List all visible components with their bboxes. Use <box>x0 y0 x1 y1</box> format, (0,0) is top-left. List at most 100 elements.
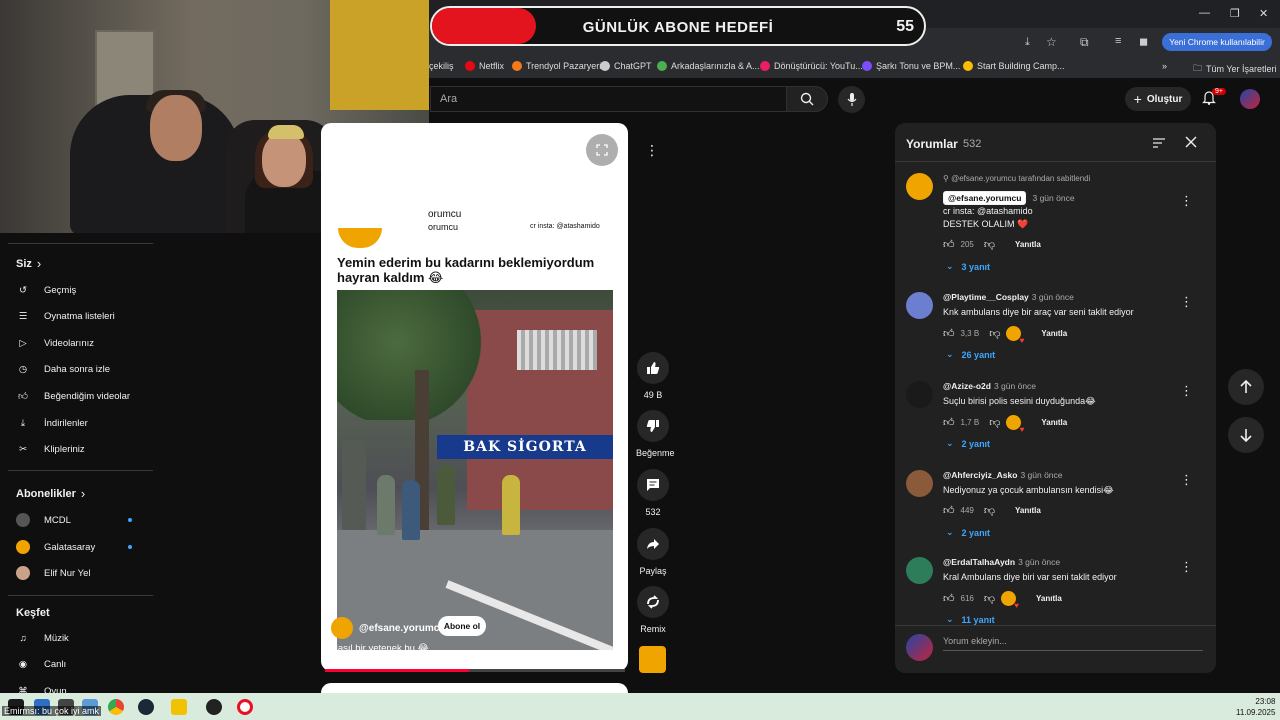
sidebar-item[interactable]: ⤓ İndirilenler <box>16 416 88 430</box>
comments-button[interactable] <box>637 469 669 501</box>
commenter-avatar[interactable] <box>906 557 933 584</box>
reply-button[interactable]: Yanıtla <box>1036 594 1062 603</box>
comment-like-icon[interactable]: 👍︎ <box>943 416 955 429</box>
bookmark-item[interactable]: Start Building Camp... <box>963 61 1065 71</box>
close-comments-button[interactable] <box>1183 134 1199 155</box>
comment-more-icon[interactable]: ⋮ <box>1180 472 1193 488</box>
reply-button[interactable]: Yanıtla <box>1015 506 1041 515</box>
author-handle[interactable]: @efsane.yorumcu <box>943 191 1027 205</box>
extensions-icon[interactable]: ⧉ <box>1080 35 1089 50</box>
comment-author[interactable]: @Azize-o2d 3 gün önce <box>943 381 1036 391</box>
short-progress-bar[interactable] <box>325 669 625 672</box>
steam-taskbar-icon[interactable] <box>138 699 154 715</box>
view-replies-button[interactable]: ⌄ 26 yanıt <box>946 349 995 360</box>
view-replies-button[interactable]: ⌄ 3 yanıt <box>946 261 990 272</box>
author-handle[interactable]: @Ahferciyiz_Asko <box>943 470 1017 480</box>
channel-avatar[interactable] <box>331 617 353 639</box>
comment-author[interactable]: @Ahferciyiz_Asko 3 gün önce <box>943 470 1063 480</box>
view-replies-button[interactable]: ⌄ 11 yanıt <box>946 614 995 625</box>
next-short-button[interactable] <box>1228 417 1264 453</box>
share-action[interactable]: Paylaş <box>636 528 670 576</box>
search-input[interactable] <box>430 86 786 112</box>
new-chrome-available-button[interactable]: Yeni Chrome kullanılabilir <box>1162 33 1272 51</box>
comment-like-icon[interactable]: 👍︎ <box>943 592 955 605</box>
dislike-action[interactable]: Beğenme <box>636 410 675 458</box>
comment-like-icon[interactable]: 👍︎ <box>943 238 955 251</box>
comment-more-icon[interactable]: ⋮ <box>1180 193 1193 209</box>
view-replies-button[interactable]: ⌄ 2 yanıt <box>946 527 990 538</box>
account-avatar[interactable] <box>1240 89 1260 109</box>
sidebar-item[interactable]: ♫ Müzik <box>16 631 68 645</box>
bookmark-item[interactable]: çekiliş <box>429 61 454 71</box>
sidebar-item[interactable]: ↺ Geçmiş <box>16 283 76 297</box>
commenter-avatar[interactable] <box>906 381 933 408</box>
taskbar-app-icon[interactable] <box>206 699 222 715</box>
fullscreen-button[interactable] <box>586 134 618 166</box>
sidebar-you-header[interactable]: Siz › <box>16 256 41 271</box>
bookmark-item[interactable]: Netflix <box>465 61 504 71</box>
sidebar-item[interactable]: ◉ Canlı <box>16 657 66 671</box>
short-more-button[interactable]: ⋮ <box>638 136 666 164</box>
create-button[interactable]: + Oluştur <box>1125 87 1191 111</box>
bookmark-item[interactable]: Arkadaşlarınızla & A... <box>657 61 760 71</box>
bookmark-item[interactable]: Dönüştürücü: YouTu... <box>760 61 863 71</box>
comment-dislike-icon[interactable]: 👎︎ <box>989 416 1000 429</box>
channel-thumbnail-button[interactable] <box>639 646 666 673</box>
profile-icon[interactable]: ◼ <box>1139 35 1148 48</box>
minimize-icon[interactable]: — <box>1199 7 1210 19</box>
subscribe-button[interactable]: Abone ol <box>438 616 486 636</box>
commenter-avatar[interactable] <box>906 173 933 200</box>
media-icon[interactable]: ≡ <box>1115 35 1121 47</box>
star-icon[interactable]: ☆ <box>1046 35 1057 49</box>
reply-button[interactable]: Yanıtla <box>1041 418 1067 427</box>
sidebar-item[interactable]: 👍︎ Beğendiğim videolar <box>16 389 130 403</box>
dislike-button[interactable] <box>637 410 669 442</box>
more-bookmarks-icon[interactable]: » <box>1162 61 1167 71</box>
add-comment-input[interactable]: Yorum ekleyin... <box>943 636 1203 651</box>
install-icon[interactable]: ⤓ <box>1025 36 1030 49</box>
sort-comments-button[interactable] <box>1152 136 1166 154</box>
bookmark-item[interactable]: Şarkı Tonu ve BPM... <box>862 61 960 71</box>
comment-dislike-icon[interactable]: 👎︎ <box>984 592 995 605</box>
comment-author[interactable]: @efsane.yorumcu 3 gün önce <box>943 191 1075 205</box>
comment-more-icon[interactable]: ⋮ <box>1180 383 1193 399</box>
sidebar-explore-header[interactable]: Keşfet <box>16 607 50 619</box>
commenter-avatar[interactable] <box>906 292 933 319</box>
sidebar-subscription[interactable]: Elif Nur Yel <box>16 566 90 580</box>
comments-action[interactable]: 532 <box>636 469 670 517</box>
bookmark-item[interactable]: ChatGPT <box>600 61 652 71</box>
sidebar-item[interactable]: ▷ Videolarınız <box>16 336 94 350</box>
author-handle[interactable]: @Playtime__Cosplay <box>943 292 1029 302</box>
previous-short-button[interactable] <box>1228 369 1264 405</box>
remix-action[interactable]: Remix <box>636 586 670 634</box>
sidebar-subscriptions-header[interactable]: Abonelikler › <box>16 486 85 501</box>
comment-like-icon[interactable]: 👍︎ <box>943 327 955 340</box>
like-button[interactable] <box>637 352 669 384</box>
comment-author[interactable]: @Playtime__Cosplay 3 gün önce <box>943 292 1074 302</box>
restore-icon[interactable]: ❐ <box>1230 7 1240 20</box>
comment-author[interactable]: @ErdalTalhaAydn 3 gün önce <box>943 557 1060 567</box>
short-channel-info[interactable]: @efsane.yorumcu <box>331 617 445 639</box>
comment-like-icon[interactable]: 👍︎ <box>943 504 955 517</box>
all-bookmarks-folder[interactable]: 🗀 Tüm Yer İşaretleri <box>1193 61 1277 77</box>
author-handle[interactable]: @ErdalTalhaAydn <box>943 557 1015 567</box>
voice-search-button[interactable] <box>838 86 865 113</box>
author-handle[interactable]: @Azize-o2d <box>943 381 991 391</box>
sidebar-item[interactable]: ☰ Oynatma listeleri <box>16 309 115 323</box>
reply-button[interactable]: Yanıtla <box>1015 240 1041 249</box>
view-replies-button[interactable]: ⌄ 2 yanıt <box>946 438 990 449</box>
bookmark-item[interactable]: Trendyol Pazaryeri <box>512 61 601 71</box>
comment-dislike-icon[interactable]: 👎︎ <box>984 238 995 251</box>
comment-more-icon[interactable]: ⋮ <box>1180 294 1193 310</box>
channel-handle[interactable]: @efsane.yorumcu <box>359 623 445 634</box>
comment-dislike-icon[interactable]: 👎︎ <box>984 504 995 517</box>
like-action[interactable]: 49 B <box>636 352 670 400</box>
taskbar-app-icon[interactable] <box>171 699 187 715</box>
sidebar-subscription[interactable]: Galatasaray <box>16 540 95 554</box>
chrome-taskbar-icon[interactable] <box>108 699 124 715</box>
comment-more-icon[interactable]: ⋮ <box>1180 559 1193 575</box>
close-window-icon[interactable]: ✕ <box>1259 7 1268 20</box>
sidebar-subscription[interactable]: MCDL <box>16 513 71 527</box>
comment-dislike-icon[interactable]: 👎︎ <box>989 327 1000 340</box>
opera-taskbar-icon[interactable] <box>237 699 253 715</box>
